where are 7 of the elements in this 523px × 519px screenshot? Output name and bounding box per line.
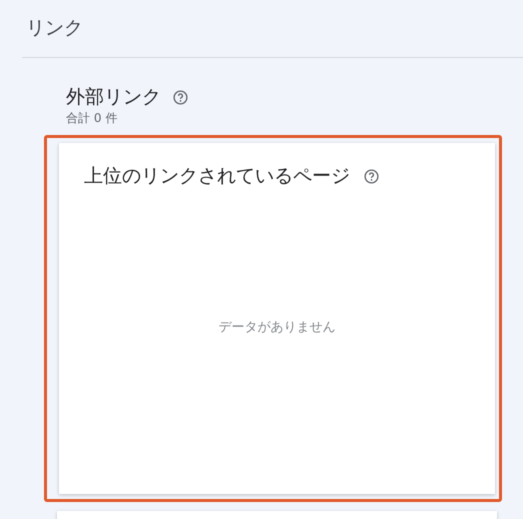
section-title: 外部リンク xyxy=(66,85,161,110)
help-icon[interactable] xyxy=(173,90,188,104)
empty-message: データがありません xyxy=(218,318,336,336)
page-title: リンク xyxy=(25,16,84,41)
help-icon[interactable] xyxy=(364,168,379,184)
card-title: 上位のリンクされているページ xyxy=(84,164,350,189)
total-count: 合計 0 件 xyxy=(66,110,118,127)
